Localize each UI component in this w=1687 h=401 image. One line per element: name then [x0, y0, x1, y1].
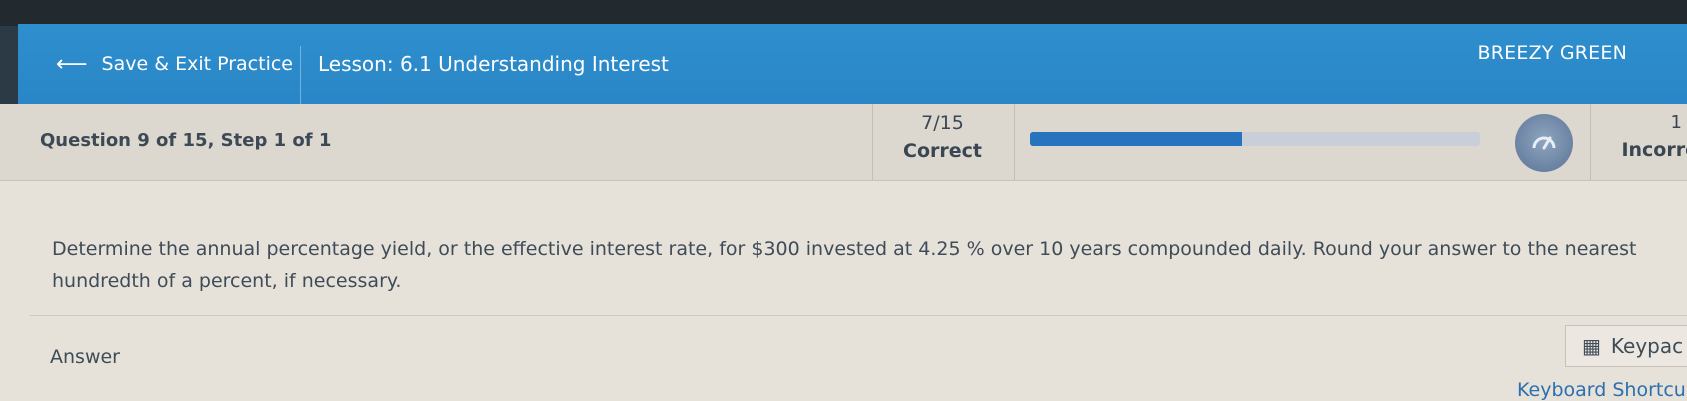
status-bar: Question 9 of 15, Step 1 of 1 7/15 Corre…: [0, 104, 1687, 181]
status-divider: [1014, 104, 1015, 180]
question-text: Determine the annual percentage yield, o…: [52, 238, 1637, 292]
status-divider: [872, 104, 873, 180]
gauge-glyph: [1532, 136, 1556, 150]
incorrect-count: 1: [1670, 112, 1682, 133]
content-divider: [30, 315, 1687, 316]
score-label: Correct: [903, 140, 982, 162]
screen-bezel-left: [0, 26, 18, 106]
keypad-label: Keypac: [1610, 334, 1684, 358]
incorrect-box: 1 Incorre: [1598, 112, 1687, 161]
arrow-left-icon: ⟵: [56, 51, 88, 77]
progress-fill: [1030, 132, 1242, 146]
answer-label: Answer: [50, 346, 120, 368]
question-counter: Question 9 of 15, Step 1 of 1: [40, 130, 332, 151]
header-divider: [300, 46, 301, 106]
save-exit-button[interactable]: ⟵ Save & Exit Practice: [36, 24, 298, 104]
progress-bar: [1030, 132, 1480, 146]
top-header: ⟵ Save & Exit Practice Lesson: 6.1 Under…: [18, 24, 1687, 106]
keypad-button[interactable]: ▦ Keypac: [1565, 325, 1687, 367]
save-exit-label: Save & Exit Practice: [101, 53, 293, 75]
incorrect-label: Incorre: [1621, 139, 1687, 161]
user-name[interactable]: BREEZY GREEN: [1478, 42, 1627, 64]
gauge-icon[interactable]: [1515, 114, 1573, 172]
screen-bezel: [0, 0, 1687, 26]
calculator-icon: ▦: [1582, 334, 1601, 358]
question-area: Determine the annual percentage yield, o…: [0, 181, 1687, 401]
score-box: 7/15 Correct: [880, 112, 1005, 162]
status-divider: [1590, 104, 1591, 180]
lesson-title: Lesson: 6.1 Understanding Interest: [318, 52, 669, 76]
keyboard-shortcuts-link[interactable]: Keyboard Shortcu: [1517, 379, 1686, 401]
score-fraction: 7/15: [921, 112, 964, 134]
